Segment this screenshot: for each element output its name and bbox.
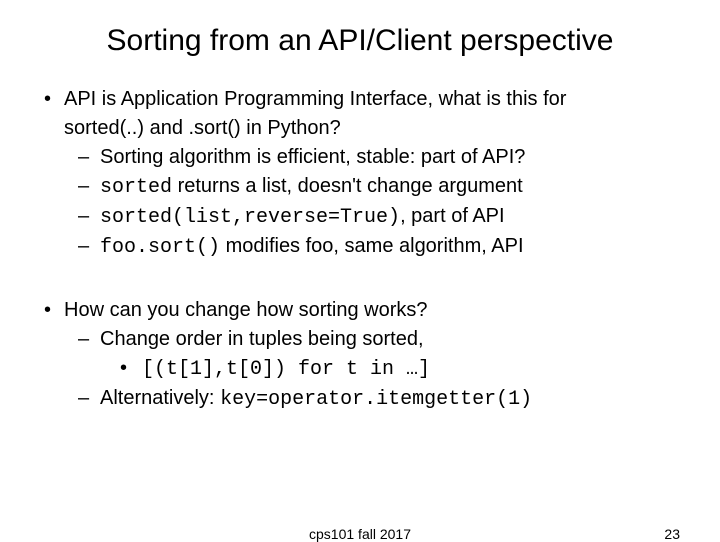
text: modifies foo, same algorithm, API [220,235,523,257]
text: , part of API [400,205,505,227]
subsubbullet-tuple: [(t[1],t[0]) for t in …] [120,355,680,383]
subbullet-sorted-returns: sorted returns a list, doesn't change ar… [78,173,680,201]
subbullet-alternatively: Alternatively: key=operator.itemgetter(1… [78,385,680,413]
bullet-api-cont: sorted(..) and .sort() in Python? [64,115,680,142]
code: key=operator.itemgetter(1) [220,388,532,411]
code: sorted [100,176,172,199]
text: Sorting algorithm is efficient, stable: … [100,146,525,168]
slide-body: API is Application Programming Interface… [40,86,680,413]
text: returns a list, doesn't change argument [172,175,523,197]
text: How can you change how sorting works? [64,299,428,321]
slide-title: Sorting from an API/Client perspective [40,24,680,58]
subbullet-foo-sort: foo.sort() modifies foo, same algorithm,… [78,233,680,261]
bullet-api: API is Application Programming Interface… [44,86,680,113]
subbullet-sorted-reverse: sorted(list,reverse=True), part of API [78,203,680,231]
bullet-change: How can you change how sorting works? [44,297,680,324]
code: [(t[1],t[0]) for t in …] [142,358,430,381]
text: Alternatively: [100,387,220,409]
code: foo.sort() [100,236,220,259]
text: Change order in tuples being sorted, [100,328,424,350]
text: API is Application Programming Interface… [64,88,566,110]
subbullet-change-order: Change order in tuples being sorted, [78,326,680,353]
subbullet-efficient: Sorting algorithm is efficient, stable: … [78,144,680,171]
code: sorted(list,reverse=True) [100,206,400,229]
